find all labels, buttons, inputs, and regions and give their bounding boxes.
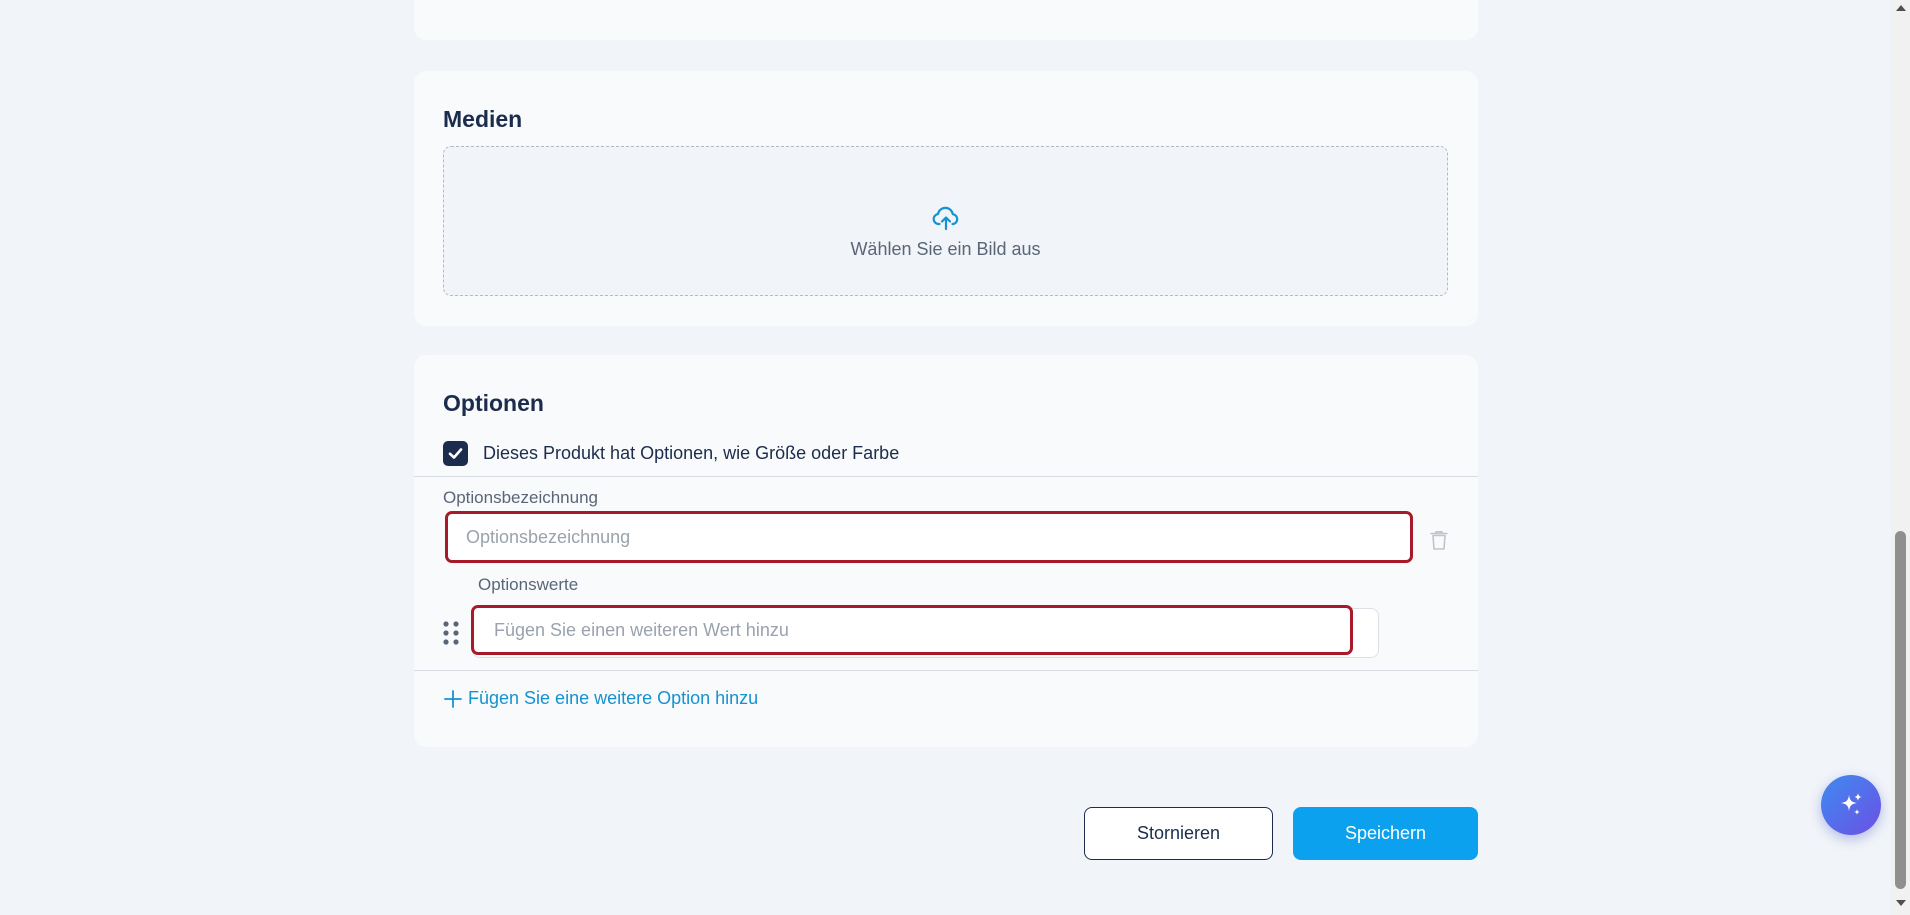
product-form-page: Medien Wählen Sie ein Bild aus Optionen … [0,0,1910,915]
has-options-label: Dieses Produkt hat Optionen, wie Größe o… [483,443,900,463]
cancel-button[interactable]: Stornieren [1084,807,1273,860]
scroll-up-arrow-icon[interactable] [1896,5,1906,11]
drag-handle-icon[interactable] [442,620,460,646]
scroll-thumb[interactable] [1895,531,1906,889]
cloud-upload-icon [932,206,958,230]
plus-icon [444,689,462,708]
add-option-label: Fügen Sie eine weitere Option hinzu [468,688,759,708]
option-name-input[interactable] [445,511,1413,563]
check-icon [448,448,463,459]
upload-label: Wählen Sie ein Bild aus [850,238,1041,259]
has-options-checkbox[interactable] [443,441,468,466]
trash-icon[interactable] [1428,529,1450,551]
media-section: Medien Wählen Sie ein Bild aus [414,71,1478,326]
save-button[interactable]: Speichern [1293,807,1478,860]
previous-section-card [414,0,1478,40]
add-option-link[interactable]: Fügen Sie eine weitere Option hinzu [443,688,758,709]
media-title: Medien [443,106,523,132]
divider-top [414,476,1478,477]
scrollbar[interactable] [1891,0,1910,915]
sparkles-icon [1841,793,1862,815]
scroll-down-arrow-icon[interactable] [1896,900,1906,906]
image-upload-dropzone[interactable]: Wählen Sie ein Bild aus [443,146,1448,296]
option-name-label: Optionsbezeichnung [443,488,599,507]
divider-bottom [414,670,1478,671]
options-title: Optionen [443,390,544,416]
option-values-label: Optionswerte [478,575,579,594]
ai-assistant-button[interactable] [1821,775,1881,835]
option-value-input[interactable] [471,605,1353,655]
has-options-row: Dieses Produkt hat Optionen, wie Größe o… [443,441,899,466]
options-section: Optionen Dieses Produkt hat Optionen, wi… [414,355,1478,747]
